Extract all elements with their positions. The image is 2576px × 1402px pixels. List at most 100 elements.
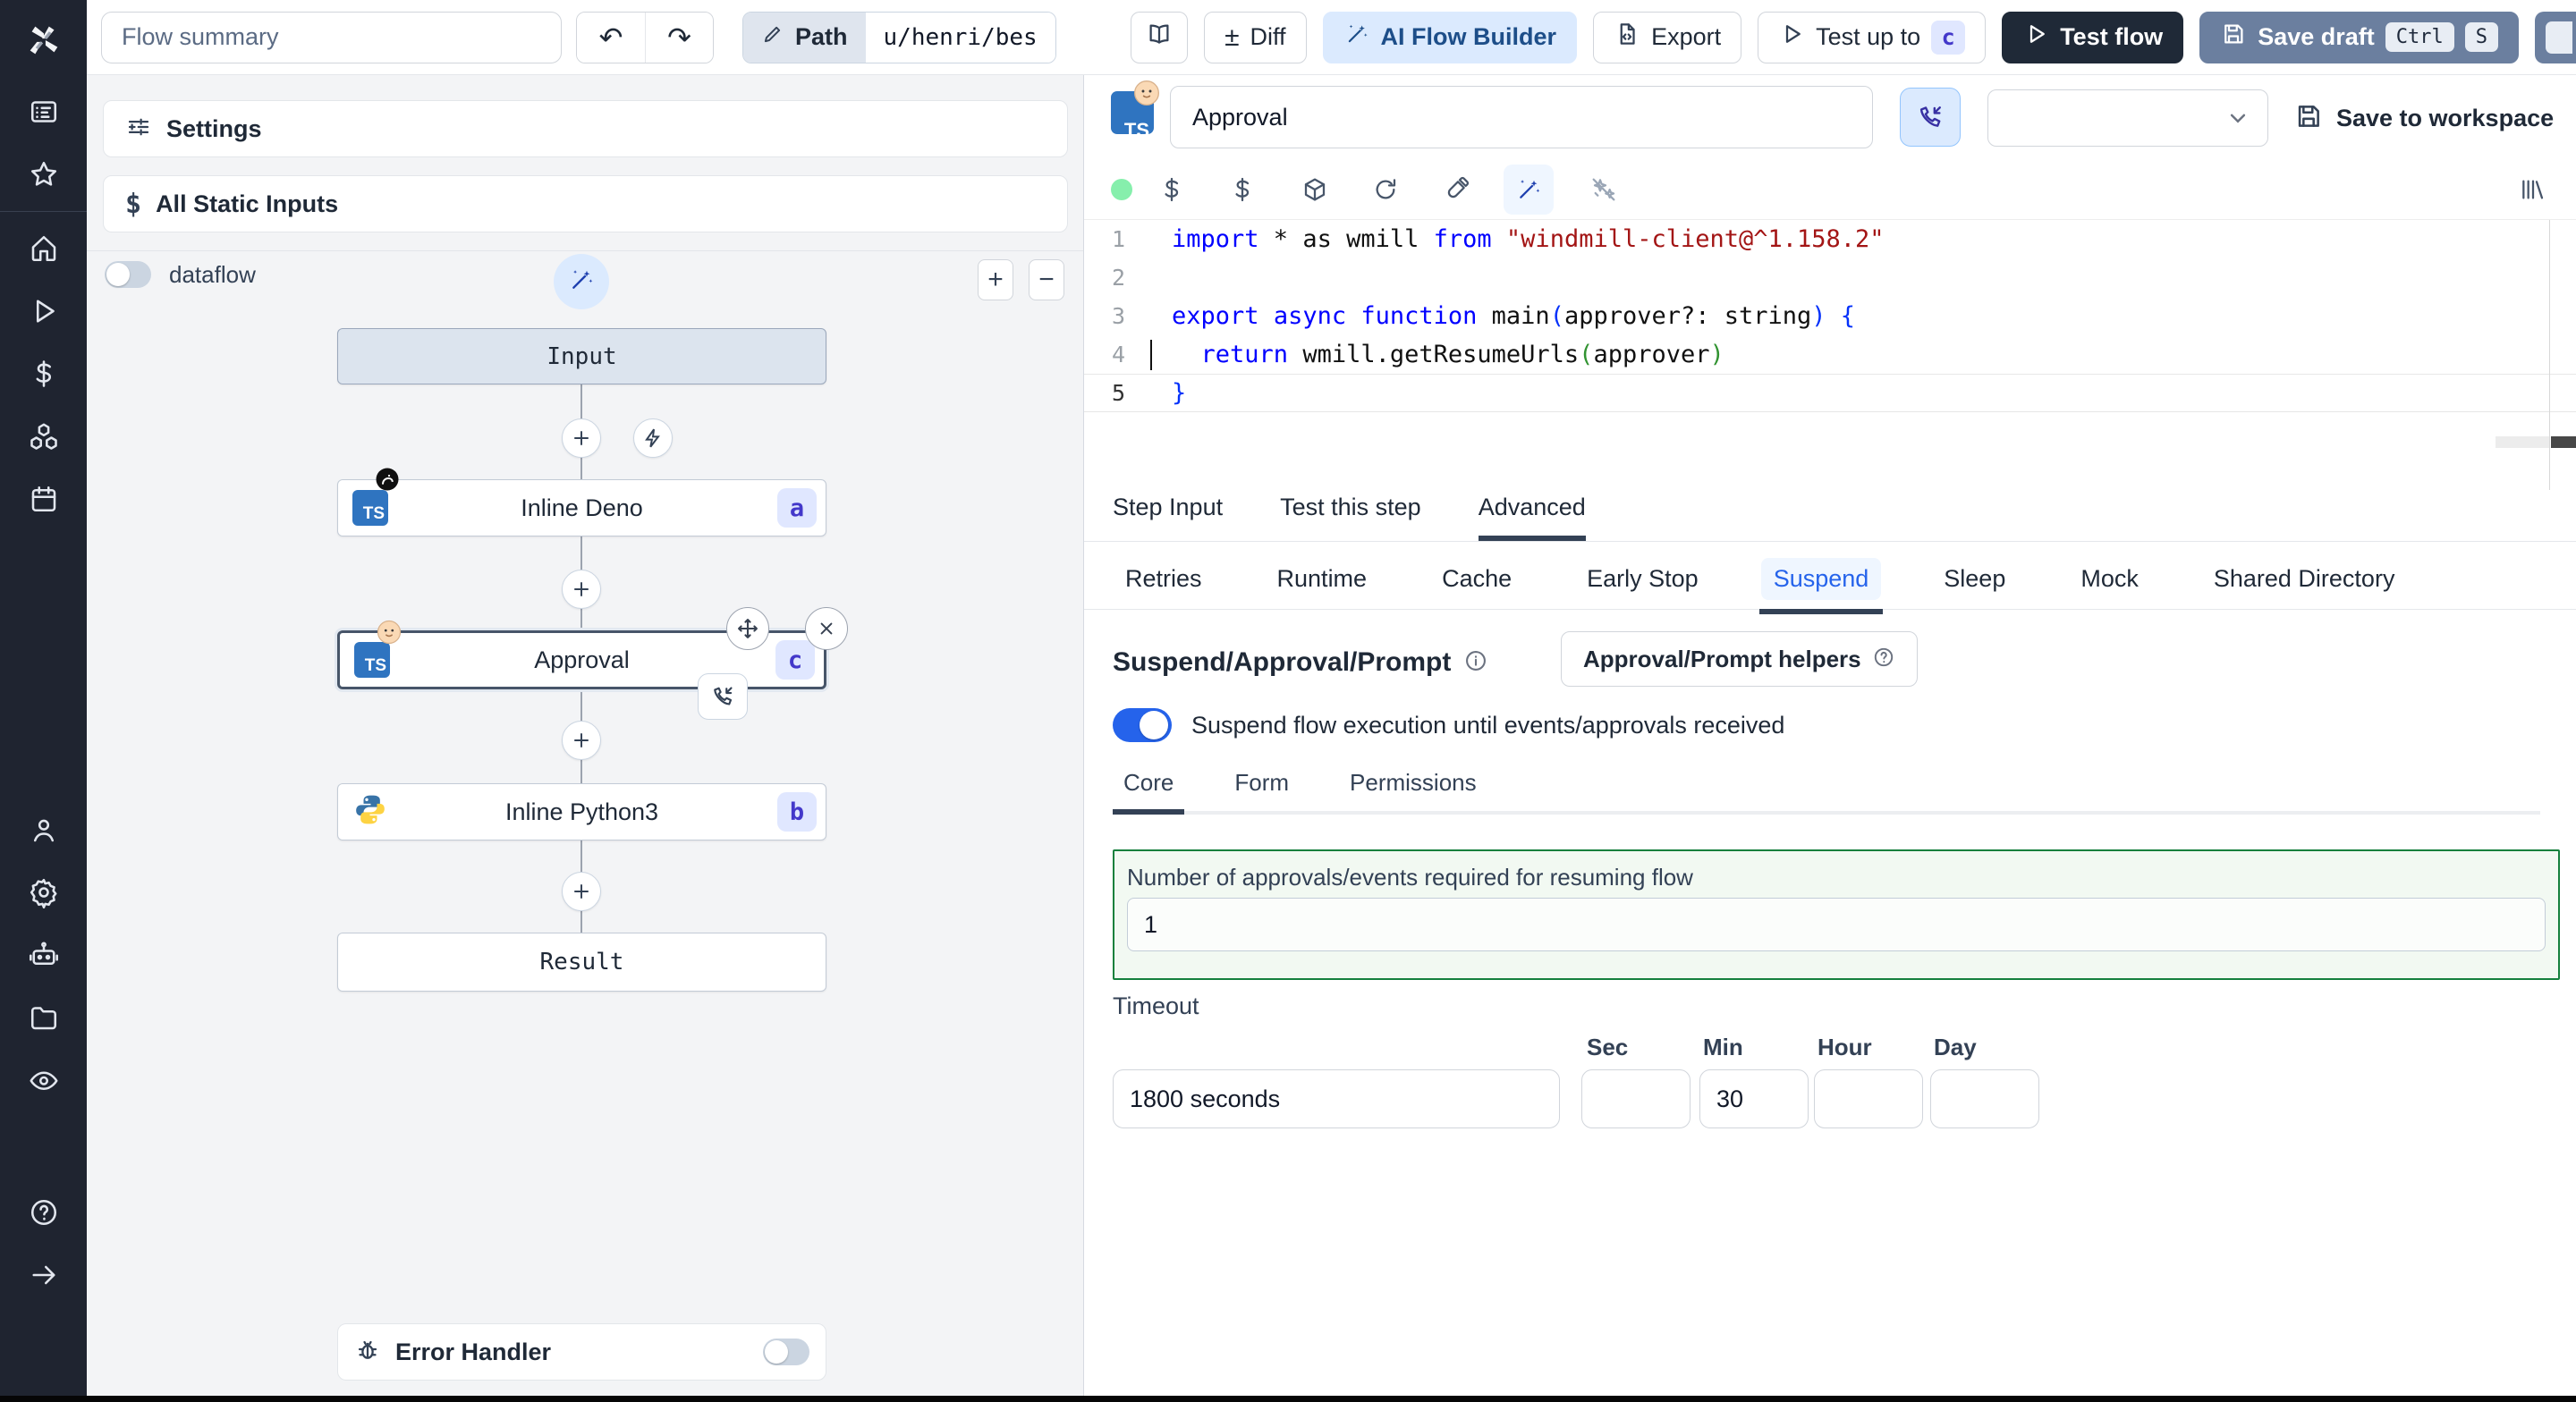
editor-scrollbar-track[interactable] — [2496, 436, 2549, 448]
schedules-calendar-icon[interactable] — [0, 468, 87, 530]
docs-book-button[interactable] — [1131, 11, 1189, 63]
subtab-sleep[interactable]: Sleep — [1931, 558, 2018, 600]
tab-step-input[interactable]: Step Input — [1113, 494, 1223, 541]
export-button[interactable]: Export — [1593, 11, 1742, 63]
flow-graph-panel: Settings $ All Static Inputs dataflow + … — [87, 75, 1084, 1396]
step-name-input[interactable] — [1170, 86, 1873, 148]
subtab-early-stop[interactable]: Early Stop — [1574, 558, 1711, 600]
sidebar-separator — [0, 211, 87, 212]
undo-button[interactable]: ↶ — [577, 12, 645, 63]
graph-node-result[interactable]: Result — [337, 933, 826, 992]
graph-divider — [87, 250, 1083, 251]
overview-ruler-mark — [2551, 436, 2576, 448]
flow-summary-input[interactable] — [101, 11, 562, 63]
graph-node-inline-python3[interactable]: Inline Python3 b — [337, 783, 826, 840]
users-person-icon[interactable] — [0, 798, 87, 861]
variables-dollar-icon[interactable] — [0, 342, 87, 405]
expand-sidebar-arrow-icon[interactable] — [0, 1244, 87, 1306]
workers-robot-icon[interactable] — [0, 924, 87, 986]
add-step-button[interactable] — [562, 570, 601, 609]
approval-prompt-helpers-button[interactable]: Approval/Prompt helpers — [1561, 631, 1918, 687]
delete-node-button[interactable] — [805, 607, 848, 650]
suspend-phone-indicator[interactable] — [698, 673, 748, 720]
path-chip[interactable]: Path — [743, 12, 866, 63]
error-handler-card[interactable]: Error Handler — [337, 1323, 826, 1381]
kbd-ctrl: Ctrl — [2385, 22, 2454, 52]
settings-gear-icon[interactable] — [0, 861, 87, 924]
flow-settings-card[interactable]: Settings — [103, 100, 1068, 157]
test-flow-button[interactable]: Test flow — [2002, 11, 2184, 63]
save-to-workspace-button[interactable]: Save to workspace — [2293, 75, 2554, 161]
subtab-suspend[interactable]: Suspend — [1758, 558, 1883, 614]
ai-wand-button[interactable] — [1504, 165, 1554, 215]
windmill-logo[interactable] — [0, 0, 87, 80]
timeout-min-input[interactable] — [1699, 1069, 1809, 1128]
subtab-retries[interactable]: Retries — [1113, 558, 1215, 600]
inner-tab-form[interactable]: Form — [1224, 769, 1300, 815]
resources-boxes-icon[interactable] — [0, 405, 87, 468]
timeout-hour-input[interactable] — [1814, 1069, 1923, 1128]
add-step-button[interactable] — [562, 721, 601, 760]
inner-tab-core[interactable]: Core — [1113, 769, 1185, 815]
static-inputs-dollar-button[interactable] — [1147, 165, 1197, 215]
step-editor-panel: TS Save to workspace — [1084, 75, 2576, 1396]
suspend-enable-toggle[interactable] — [1113, 708, 1172, 742]
timeout-value-input[interactable] — [1113, 1069, 1560, 1128]
graph-node-inline-deno[interactable]: TS Inline Deno a — [337, 468, 826, 536]
all-static-inputs-card[interactable]: $ All Static Inputs — [103, 175, 1068, 232]
code-editor[interactable]: 1 import * as wmill from "windmill-client… — [1084, 220, 2576, 490]
windmill-flow-editor: ↶ ↷ Path u/henri/bes ± Diff — [0, 0, 2576, 1402]
book-icon — [1146, 21, 1173, 54]
info-icon — [1463, 648, 1488, 678]
add-step-button[interactable] — [562, 872, 601, 911]
timeout-sec-input[interactable] — [1581, 1069, 1690, 1128]
graph-node-input[interactable]: Input — [337, 328, 826, 384]
suspend-phone-button[interactable] — [1900, 88, 1961, 147]
subtab-mock[interactable]: Mock — [2068, 558, 2151, 600]
test-up-to-button[interactable]: Test up to c — [1758, 11, 1987, 63]
subtab-shared-directory[interactable]: Shared Directory — [2201, 558, 2408, 600]
ai-flow-builder-button[interactable]: AI Flow Builder — [1322, 11, 1578, 63]
timeout-day-input[interactable] — [1930, 1069, 2039, 1128]
save-draft-button[interactable]: Save draft Ctrl S — [2199, 11, 2519, 63]
path-value[interactable]: u/henri/bes — [865, 12, 1055, 63]
runs-play-icon[interactable] — [0, 280, 87, 342]
inner-tab-permissions[interactable]: Permissions — [1339, 769, 1487, 815]
reset-refresh-button[interactable] — [1360, 165, 1411, 215]
tag-select[interactable] — [1987, 89, 2268, 147]
ai-wand-button[interactable] — [554, 254, 609, 309]
logs-eye-icon[interactable] — [0, 1049, 87, 1111]
face-emoji-icon — [1132, 79, 1161, 112]
path-group[interactable]: Path u/henri/bes — [742, 11, 1056, 63]
variables-dollar-button[interactable] — [1217, 165, 1267, 215]
code-line: 4 return wmill.getResumeUrls(approver) — [1111, 339, 1724, 370]
apps-icon[interactable] — [0, 80, 87, 143]
format-brush-button[interactable] — [1431, 165, 1481, 215]
tab-advanced[interactable]: Advanced — [1478, 494, 1586, 541]
ai-sparkles-button[interactable] — [1579, 165, 1629, 215]
step-badge: c — [1931, 20, 1966, 55]
add-step-button[interactable] — [562, 418, 601, 458]
subtab-runtime[interactable]: Runtime — [1265, 558, 1380, 600]
trigger-lightning-button[interactable] — [633, 418, 673, 458]
dataflow-toggle[interactable] — [105, 261, 151, 288]
minimap-border — [2549, 220, 2550, 490]
error-handler-toggle[interactable] — [763, 1339, 809, 1365]
redo-button[interactable]: ↷ — [645, 12, 713, 63]
subtab-cache[interactable]: Cache — [1429, 558, 1524, 600]
zoom-in-button[interactable]: + — [978, 259, 1013, 300]
library-button[interactable] — [2506, 165, 2556, 215]
deploy-button-partial[interactable] — [2535, 11, 2576, 63]
diff-button[interactable]: ± Diff — [1204, 11, 1307, 63]
approvals-required-input[interactable] — [1127, 898, 2546, 951]
package-button[interactable] — [1290, 165, 1340, 215]
tab-test-this-step[interactable]: Test this step — [1280, 494, 1421, 541]
zoom-out-button[interactable]: − — [1029, 259, 1064, 300]
home-icon[interactable] — [0, 217, 87, 280]
favorites-star-icon[interactable] — [0, 143, 87, 206]
help-icon[interactable] — [0, 1181, 87, 1244]
chevron-down-icon — [2230, 114, 2246, 123]
dollar-icon: $ — [125, 188, 142, 220]
folders-icon[interactable] — [0, 986, 87, 1049]
move-node-button[interactable] — [726, 607, 769, 650]
